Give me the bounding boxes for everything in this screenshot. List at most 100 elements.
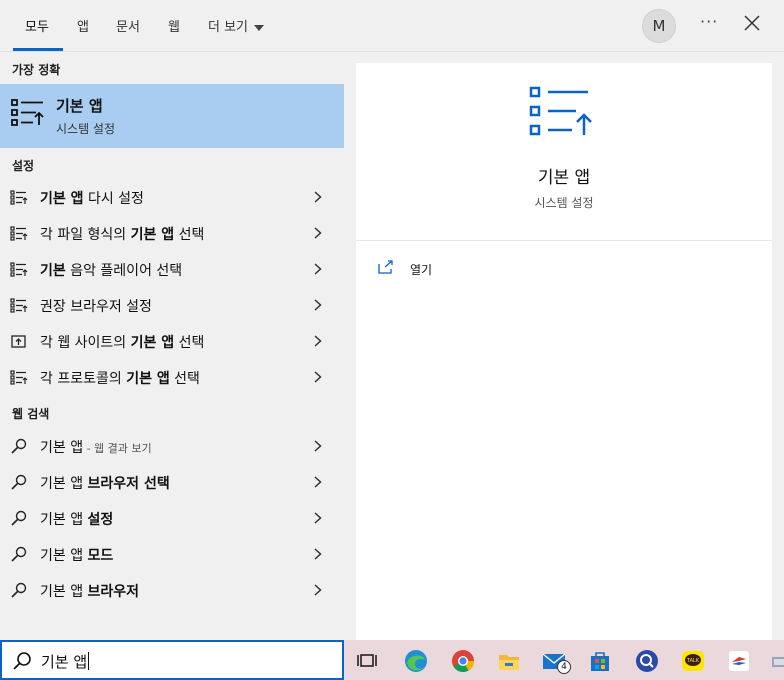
more-options-button[interactable]: ···: [700, 12, 718, 31]
result-label-bold: 기본 앱: [126, 371, 170, 387]
mail-badge: 4: [557, 660, 571, 674]
chevron-right-icon[interactable]: [313, 335, 323, 347]
results-pane: 가장 정확 기본 앱 시스템 설정 설정 기본 앱 다시 설정각 파일 형식의 …: [0, 53, 344, 640]
search-icon: [11, 546, 27, 562]
list-icon: [10, 298, 28, 313]
result-label-pre: 각 파일 형식의: [40, 227, 131, 243]
top-tab-bar: 모두 앱 문서 웹 더 보기 M ···: [0, 0, 784, 52]
chevron-right-icon[interactable]: [313, 227, 323, 239]
result-label: 기본 앱 모드: [40, 545, 113, 565]
settings-result-item[interactable]: 각 웹 사이트의 기본 앱 선택: [0, 323, 344, 359]
result-label: 기본 앱 브라우저 선택: [40, 473, 170, 493]
web-result-item[interactable]: 기본 앱 브라우저: [0, 572, 344, 608]
web-result-item[interactable]: 기본 앱 - 웹 결과 보기: [0, 428, 344, 464]
tab-documents[interactable]: 문서: [116, 16, 140, 35]
chevron-right-icon[interactable]: [313, 476, 323, 488]
web-result-item[interactable]: 기본 앱 설정: [0, 500, 344, 536]
result-label-bold: 기본: [40, 263, 66, 279]
result-label-bold: 기본 앱: [130, 227, 175, 243]
settings-result-item[interactable]: 기본 음악 플레이어 선택: [0, 251, 344, 287]
search-icon: [11, 438, 27, 454]
detail-pane: 기본 앱 시스템 설정 열기: [356, 63, 772, 640]
result-label-bold: 설정: [87, 512, 114, 528]
avatar[interactable]: M: [642, 9, 676, 43]
search-input[interactable]: 기본 앱: [41, 651, 90, 672]
result-label-post: 선택: [174, 335, 205, 351]
web-app-icon: [11, 335, 26, 348]
chevron-right-icon[interactable]: [313, 263, 323, 275]
result-label: 각 프로토콜의 기본 앱 선택: [40, 368, 200, 388]
open-label: 열기: [410, 263, 433, 277]
tab-all[interactable]: 모두: [25, 16, 49, 35]
result-label: 각 웹 사이트의 기본 앱 선택: [40, 332, 204, 352]
chevron-right-icon[interactable]: [313, 299, 323, 311]
search-icon: [11, 582, 27, 598]
result-label-post: 선택: [174, 227, 205, 243]
close-icon[interactable]: [743, 14, 761, 32]
app-icon[interactable]: [726, 648, 752, 674]
result-label: 기본 음악 플레이어 선택: [40, 260, 182, 280]
result-label-post: 선택: [169, 371, 200, 387]
search-value: 기본 앱: [41, 653, 88, 671]
chrome-icon[interactable]: [450, 648, 476, 674]
settings-result-item[interactable]: 기본 앱 다시 설정: [0, 179, 344, 215]
result-label-pre: 각 프로토콜의: [40, 371, 127, 387]
result-label: 기본 앱 - 웹 결과 보기: [40, 437, 152, 457]
default-apps-icon: [11, 99, 44, 126]
result-label: 각 파일 형식의 기본 앱 선택: [40, 224, 204, 244]
app-icon[interactable]: [770, 648, 784, 674]
tab-web[interactable]: 웹: [168, 16, 180, 35]
detail-title: 기본 앱: [537, 168, 591, 188]
open-action[interactable]: 열기: [378, 260, 518, 282]
chevron-right-icon[interactable]: [313, 371, 323, 383]
result-label: 권장 브라우저 설정: [40, 296, 152, 316]
result-label: 기본 앱 브라우저: [40, 581, 139, 601]
mail-icon[interactable]: 4: [541, 648, 571, 678]
result-label-bold: 브라우저 선택: [87, 476, 170, 492]
settings-result-item[interactable]: 각 프로토콜의 기본 앱 선택: [0, 359, 344, 395]
best-match-item[interactable]: 기본 앱 시스템 설정: [0, 84, 344, 148]
result-label-pre: 기본 앱: [40, 584, 88, 600]
web-result-item[interactable]: 기본 앱 모드: [0, 536, 344, 572]
result-label-bold: 모드: [87, 548, 114, 564]
task-view-icon[interactable]: [356, 648, 382, 674]
chevron-right-icon[interactable]: [313, 548, 323, 560]
kakaotalk-icon[interactable]: TALK: [680, 648, 706, 674]
web-result-item[interactable]: 기본 앱 브라우저 선택: [0, 464, 344, 500]
result-label: 기본 앱 설정: [40, 509, 113, 529]
result-label: 기본 앱 다시 설정: [40, 188, 144, 208]
chevron-right-icon[interactable]: [313, 191, 323, 203]
chevron-right-icon[interactable]: [313, 584, 323, 596]
best-match-title: 기본 앱: [56, 97, 103, 115]
settings-result-item[interactable]: 각 파일 형식의 기본 앱 선택: [0, 215, 344, 251]
list-icon: [10, 190, 28, 205]
search-box[interactable]: 기본 앱: [0, 640, 344, 680]
result-label-post: 음악 플레이어 선택: [65, 263, 183, 279]
list-icon: [10, 262, 28, 277]
best-match-heading: 가장 정확: [12, 63, 61, 77]
tab-apps[interactable]: 앱: [77, 16, 89, 35]
result-label-bold: 기본 앱: [40, 191, 84, 207]
tab-more[interactable]: 더 보기: [208, 16, 265, 35]
file-explorer-icon[interactable]: [496, 648, 522, 674]
settings-result-item[interactable]: 권장 브라우저 설정: [0, 287, 344, 323]
result-label-bold: 브라우저: [87, 584, 140, 600]
taskbar: 4 TALK: [344, 640, 784, 680]
list-icon: [10, 226, 28, 241]
chevron-right-icon[interactable]: [313, 512, 323, 524]
open-icon: [378, 260, 393, 274]
search-app-icon[interactable]: [634, 648, 660, 674]
web-search-heading: 웹 검색: [12, 407, 50, 421]
svg-text:TALK: TALK: [686, 658, 700, 664]
chevron-right-icon[interactable]: [313, 440, 323, 452]
default-apps-icon: [529, 86, 592, 136]
result-label-pre: 기본 앱: [40, 512, 88, 528]
search-icon: [11, 474, 27, 490]
result-label-post: 다시 설정: [83, 191, 144, 207]
store-icon[interactable]: [587, 648, 613, 674]
tab-more-label: 더 보기: [208, 20, 249, 35]
edge-icon[interactable]: [403, 648, 429, 674]
settings-heading: 설정: [12, 159, 35, 173]
divider: [356, 240, 772, 241]
search-icon: [11, 510, 27, 526]
